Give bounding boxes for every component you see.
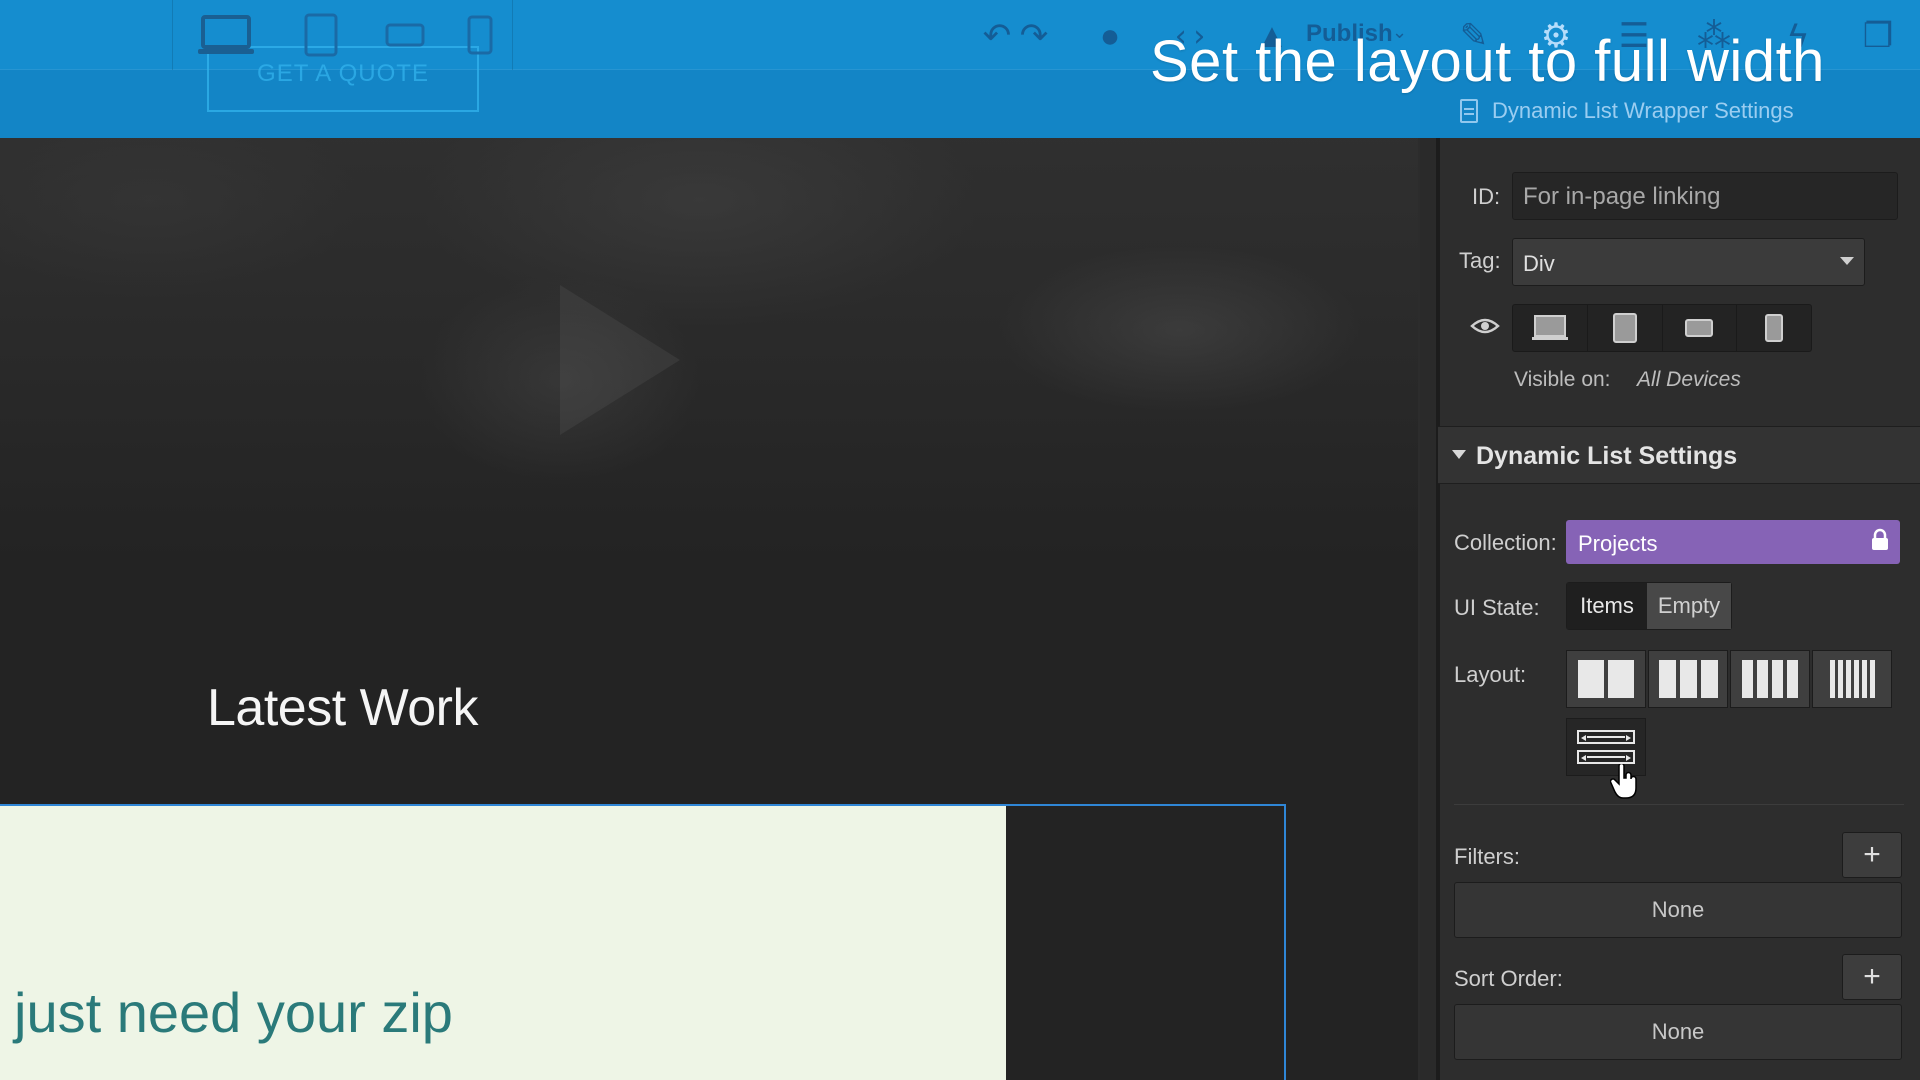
visibility-device-toggle: [1512, 304, 1812, 352]
column-icon: [1845, 660, 1851, 698]
hand-pointer-cursor-icon: [1610, 764, 1637, 799]
tablet-view-button[interactable]: [296, 12, 346, 58]
toolbar-divider: [512, 0, 513, 70]
column-icon: [1578, 660, 1604, 698]
layout-2-columns-button[interactable]: [1566, 650, 1646, 708]
phone-view-button[interactable]: [460, 12, 500, 58]
ui-state-empty-button[interactable]: Empty: [1647, 583, 1731, 629]
layout-4-columns-button[interactable]: [1730, 650, 1810, 708]
tag-label: Tag:: [1459, 248, 1501, 273]
column-icon: [1700, 660, 1718, 698]
column-icon: [1787, 660, 1798, 698]
list-wrapper-icon: [1460, 99, 1478, 123]
full-width-row-icon: [1577, 750, 1635, 764]
panel-breadcrumb: Dynamic List Wrapper Settings: [1460, 98, 1794, 124]
visible-tablet-toggle[interactable]: [1588, 305, 1663, 351]
collection-value: Projects: [1578, 531, 1658, 556]
filters-value[interactable]: None: [1454, 882, 1902, 938]
collection-select[interactable]: Projects: [1566, 520, 1900, 564]
tag-select[interactable]: Div: [1512, 238, 1865, 286]
sort-order-label: Sort Order:: [1454, 966, 1563, 991]
column-icon: [1608, 660, 1634, 698]
column-icon: [1772, 660, 1783, 698]
column-icon: [1679, 660, 1697, 698]
id-input[interactable]: For in-page linking: [1512, 172, 1898, 220]
column-icon: [1757, 660, 1768, 698]
column-icon: [1869, 660, 1875, 698]
column-icon: [1837, 660, 1843, 698]
sort-order-value[interactable]: None: [1454, 1004, 1902, 1060]
add-filter-button[interactable]: +: [1842, 832, 1902, 878]
latest-work-heading[interactable]: Latest Work: [207, 678, 478, 738]
layout-6-columns-button[interactable]: [1812, 650, 1892, 708]
tablet-icon: [1612, 313, 1637, 343]
panel-divider: [1454, 804, 1904, 805]
panel-edge: [1436, 138, 1440, 1080]
tutorial-caption: Set the layout to full width: [1150, 29, 1825, 94]
visible-on-value: All Devices: [1637, 368, 1741, 391]
comment-icon[interactable]: ●: [1088, 14, 1132, 58]
landscape-phone-view-button[interactable]: [380, 12, 430, 58]
column-icon: [1658, 660, 1676, 698]
pages-icon[interactable]: ❐: [1856, 14, 1900, 58]
filters-label: Filters:: [1454, 844, 1520, 869]
chevron-down-icon: [1840, 257, 1854, 265]
landscape-phone-icon: [1685, 319, 1714, 337]
ui-state-label: UI State:: [1454, 595, 1540, 620]
hero-decorative-shape: [560, 285, 680, 435]
ui-state-items-button[interactable]: Items: [1567, 583, 1647, 629]
layout-label: Layout:: [1454, 662, 1527, 687]
column-icon: [1829, 660, 1835, 698]
tablet-icon: [304, 13, 338, 57]
dynamic-list-selection-outline: [0, 804, 1286, 1080]
column-icon: [1853, 660, 1859, 698]
eye-icon: [1470, 318, 1500, 334]
column-icon: [1742, 660, 1753, 698]
breadcrumb-label: Dynamic List Wrapper Settings: [1492, 98, 1794, 123]
visible-phone-toggle[interactable]: [1737, 305, 1811, 351]
desktop-icon: [198, 15, 254, 54]
landscape-phone-icon: [385, 23, 425, 47]
full-width-row-icon: [1577, 730, 1635, 744]
lock-icon: [1872, 528, 1888, 550]
tag-select-value: Div: [1523, 251, 1555, 276]
column-icon: [1861, 660, 1867, 698]
add-sort-button[interactable]: +: [1842, 954, 1902, 1000]
visible-landscape-toggle[interactable]: [1663, 305, 1738, 351]
section-title[interactable]: Dynamic List Settings: [1476, 442, 1737, 471]
layout-3-columns-button[interactable]: [1648, 650, 1728, 708]
toolbar-divider: [172, 0, 173, 70]
designer-canvas[interactable]: Latest Work just need your zip: [0, 0, 1420, 1080]
phone-icon: [1765, 314, 1784, 342]
desktop-icon: [1531, 315, 1568, 340]
caret-down-icon[interactable]: [1452, 450, 1466, 459]
collection-label: Collection:: [1454, 530, 1557, 555]
phone-icon: [467, 15, 493, 55]
visible-on-label: Visible on:: [1514, 368, 1611, 391]
desktop-view-button[interactable]: [196, 12, 256, 58]
id-label: ID:: [1472, 184, 1501, 209]
visible-desktop-toggle[interactable]: [1513, 305, 1588, 351]
redo-icon[interactable]: ↷: [1012, 14, 1056, 58]
ui-state-toggle: Items Empty: [1566, 582, 1732, 630]
